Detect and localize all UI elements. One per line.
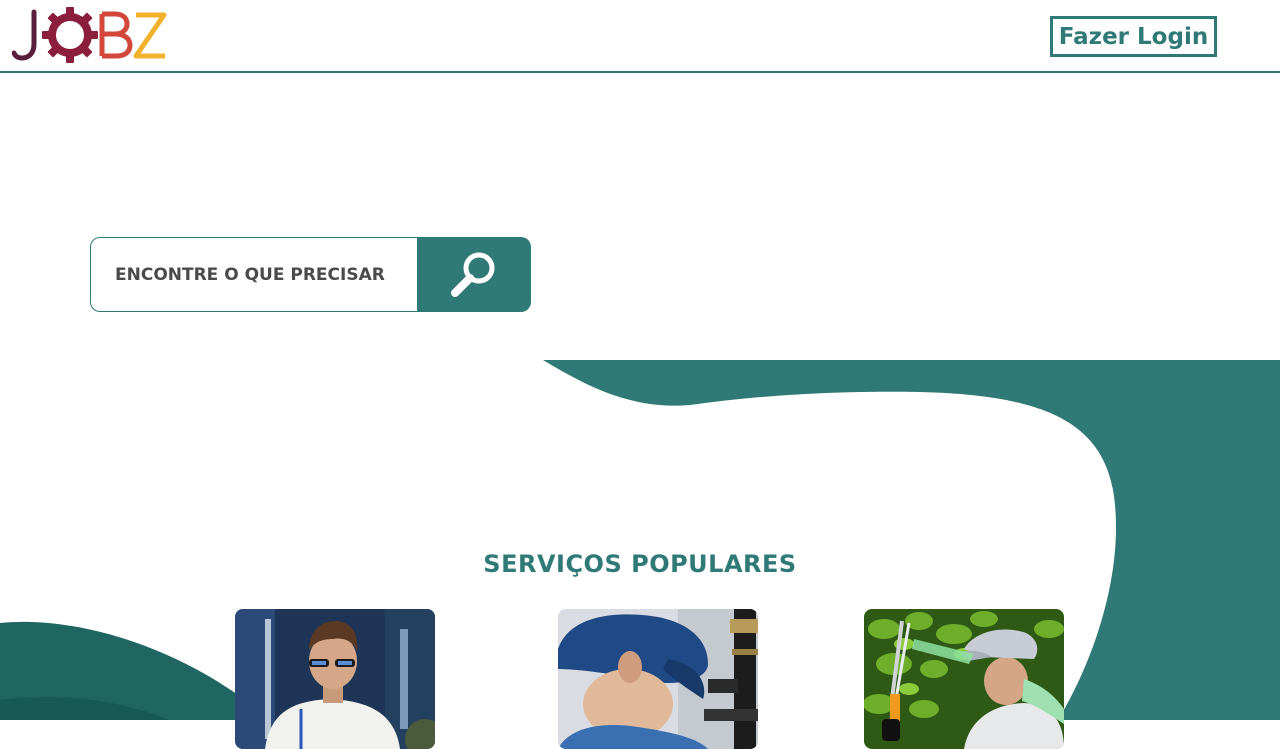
plumber-photo (558, 609, 758, 749)
top-header: Fazer Login (0, 0, 1280, 73)
service-card-gardener[interactable] (864, 609, 1064, 749)
search-bar (90, 237, 531, 312)
service-card-technician[interactable] (235, 609, 435, 749)
popular-services-title: SERVIÇOS POPULARES (483, 550, 797, 578)
search-icon (451, 252, 495, 297)
jobz-logo[interactable] (12, 6, 168, 64)
search-button[interactable] (417, 237, 531, 312)
login-button[interactable]: Fazer Login (1050, 16, 1217, 57)
gardener-photo (864, 609, 1064, 749)
technician-photo (235, 609, 435, 749)
service-card-plumber[interactable] (558, 609, 758, 749)
search-input[interactable] (90, 237, 430, 312)
